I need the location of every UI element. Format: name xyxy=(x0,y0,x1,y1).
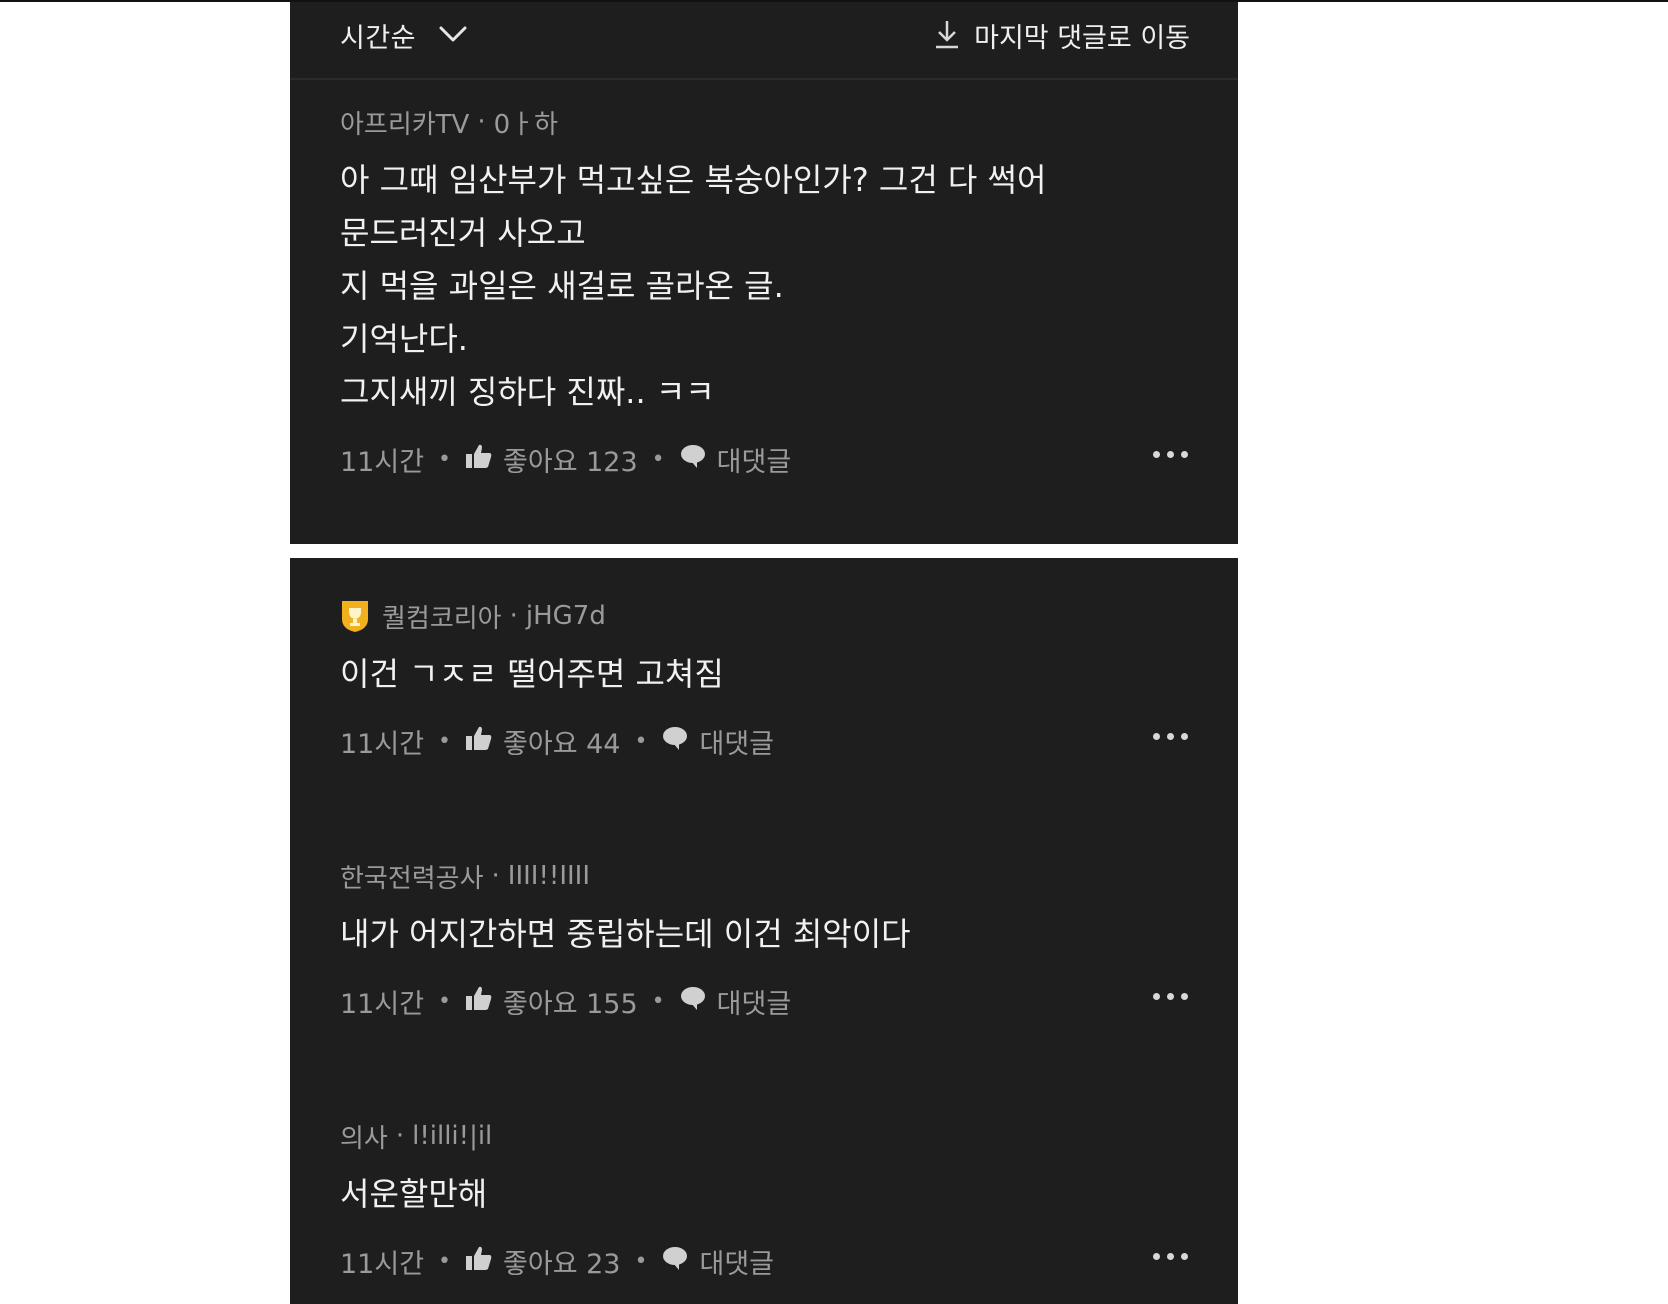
like-button[interactable]: 좋아요 23 xyxy=(465,1242,621,1281)
speech-bubble-icon xyxy=(661,1245,689,1278)
sort-label: 시간순 xyxy=(340,23,417,54)
comments-panel-bottom: 퀄컴코리아 · jHG7d 이건 ㄱㅈㄹ 떨어주면 고쳐짐 11시간 • 좋아요… xyxy=(290,558,1238,1304)
chevron-down-icon xyxy=(438,24,468,48)
comment-handle: jHG7d xyxy=(525,601,606,631)
comments-header: 시간순 마지막 댓글로 이동 xyxy=(290,2,1238,80)
like-count: 좋아요 123 xyxy=(503,446,638,478)
more-options-button[interactable] xyxy=(1149,447,1192,462)
like-button[interactable]: 좋아요 155 xyxy=(465,982,638,1021)
comment-time: 11시간 xyxy=(340,988,425,1020)
comment-meta: 11시간 • 좋아요 23 • 대댓글 xyxy=(340,1241,1198,1281)
more-options-button[interactable] xyxy=(1149,989,1192,1004)
like-count: 좋아요 44 xyxy=(503,728,621,760)
comment-handle: l!illi!|il xyxy=(412,1121,493,1151)
comment-text: 아 그때 임산부가 먹고싶은 복숭아인가? 그건 다 썩어 문드러진거 사오고 … xyxy=(340,161,1047,411)
comment-meta: 11시간 • 좋아요 123 • 대댓글 xyxy=(340,439,1198,479)
comment-author[interactable]: 의사 xyxy=(340,1118,388,1155)
thumbs-up-icon xyxy=(465,1245,493,1278)
separator-dot: • xyxy=(651,446,665,472)
comment-author-line: 퀄컴코리아 · jHG7d xyxy=(340,598,1198,634)
separator-dot: • xyxy=(438,446,452,472)
reply-button[interactable]: 대댓글 xyxy=(679,982,792,1021)
thumbs-up-icon xyxy=(465,725,493,758)
separator-dot: • xyxy=(634,1248,648,1274)
separator-dot: • xyxy=(438,1248,452,1274)
separator-dot: • xyxy=(438,728,452,754)
separator-dot: • xyxy=(634,728,648,754)
like-button[interactable]: 좋아요 44 xyxy=(465,722,621,761)
like-count: 좋아요 155 xyxy=(503,988,638,1020)
comment-author-line: 한국전력공사 · IIII!!IIII xyxy=(340,858,1198,894)
sort-dropdown[interactable]: 시간순 xyxy=(340,16,468,55)
separator-dot: · xyxy=(491,861,500,891)
comment-time: 11시간 xyxy=(340,728,425,760)
separator-dot: · xyxy=(395,1121,405,1151)
thumbs-up-icon xyxy=(465,985,493,1018)
speech-bubble-icon xyxy=(661,725,689,758)
comment-text: 서운할만해 xyxy=(340,1175,488,1213)
comment-author[interactable]: 퀄컴코리아 xyxy=(382,598,502,635)
speech-bubble-icon xyxy=(679,443,707,476)
reply-label: 대댓글 xyxy=(699,1248,775,1280)
trophy-badge-icon xyxy=(340,599,370,633)
comment-time: 11시간 xyxy=(340,1248,425,1280)
comment-author-line: 의사 · l!illi!|il xyxy=(340,1118,1198,1154)
thumbs-up-icon xyxy=(465,443,493,476)
comment-item: 퀄컴코리아 · jHG7d 이건 ㄱㅈㄹ 떨어주면 고쳐짐 11시간 • 좋아요… xyxy=(340,598,1198,761)
comment-author[interactable]: 아프리카TV xyxy=(340,104,469,141)
separator-dot: · xyxy=(509,601,518,631)
comment-time: 11시간 xyxy=(340,446,425,478)
reply-label: 대댓글 xyxy=(716,988,792,1020)
comment-meta: 11시간 • 좋아요 155 • 대댓글 xyxy=(340,981,1198,1021)
comment-item: 한국전력공사 · IIII!!IIII 내가 어지간하면 중립하는데 이건 최악… xyxy=(340,858,1198,1021)
reply-button[interactable]: 대댓글 xyxy=(661,1242,774,1281)
separator-dot: · xyxy=(477,107,486,137)
comment-author[interactable]: 한국전력공사 xyxy=(340,858,484,895)
download-arrow-icon xyxy=(934,18,960,54)
comments-panel-top: 시간순 마지막 댓글로 이동 아프리카TV · 0ㅏ하 아 그때 임산부가 먹고… xyxy=(290,2,1238,544)
jump-label: 마지막 댓글로 이동 xyxy=(974,23,1190,54)
speech-bubble-icon xyxy=(679,985,707,1018)
separator-dot: • xyxy=(438,988,452,1014)
reply-label: 대댓글 xyxy=(699,728,775,760)
separator-dot: • xyxy=(651,988,665,1014)
more-options-button[interactable] xyxy=(1149,1249,1192,1264)
like-count: 좋아요 23 xyxy=(503,1248,621,1280)
reply-button[interactable]: 대댓글 xyxy=(661,722,774,761)
reply-label: 대댓글 xyxy=(716,446,792,478)
comment-handle: IIII!!IIII xyxy=(507,861,590,891)
comment-text: 내가 어지간하면 중립하는데 이건 최악이다 xyxy=(340,915,911,953)
jump-to-last-comment-button[interactable]: 마지막 댓글로 이동 xyxy=(934,16,1190,55)
more-options-button[interactable] xyxy=(1149,729,1192,744)
comment-meta: 11시간 • 좋아요 44 • 대댓글 xyxy=(340,721,1198,761)
comment-text: 이건 ㄱㅈㄹ 떨어주면 고쳐짐 xyxy=(340,655,724,693)
comment-item: 아프리카TV · 0ㅏ하 아 그때 임산부가 먹고싶은 복숭아인가? 그건 다 … xyxy=(340,104,1198,479)
reply-button[interactable]: 대댓글 xyxy=(679,440,792,479)
comment-item: 의사 · l!illi!|il 서운할만해 11시간 • 좋아요 23 • 대댓… xyxy=(340,1118,1198,1281)
comment-author-line: 아프리카TV · 0ㅏ하 xyxy=(340,104,1198,140)
like-button[interactable]: 좋아요 123 xyxy=(465,440,638,479)
comment-handle: 0ㅏ하 xyxy=(493,109,559,140)
